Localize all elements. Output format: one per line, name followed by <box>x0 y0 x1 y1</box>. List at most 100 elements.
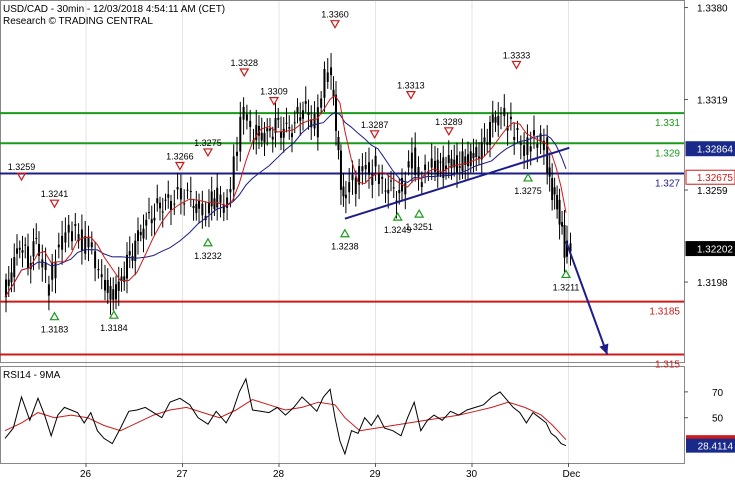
candle-body <box>210 191 213 207</box>
candle-body <box>563 225 566 258</box>
low-label: 1.3184 <box>100 323 128 333</box>
high-label: 1.3333 <box>503 50 531 60</box>
candle-body <box>469 151 472 166</box>
candle-body <box>123 276 126 283</box>
rsi-title: RSI14 - 9MA <box>3 370 61 381</box>
level-label: 1.315 <box>655 359 680 370</box>
low-label: 1.3211 <box>553 282 580 292</box>
candle-body <box>94 251 97 269</box>
candle-body <box>117 281 120 291</box>
candle-body <box>47 284 50 296</box>
candle-body <box>374 155 377 167</box>
candle-body <box>434 160 436 172</box>
candle-body <box>74 224 77 226</box>
candle-body <box>249 120 252 128</box>
candle-body <box>467 154 469 167</box>
candle-body <box>310 119 313 128</box>
candle-body <box>299 117 302 121</box>
candle-body <box>472 153 475 159</box>
candle-body <box>339 150 342 190</box>
candle-body <box>523 145 526 156</box>
level-label: 1.331 <box>655 118 680 129</box>
price-tag-label: 1.32675 <box>697 173 734 184</box>
candle-body <box>179 188 182 200</box>
candle-body <box>24 244 27 246</box>
candle-body <box>198 200 201 209</box>
candle-body <box>109 285 112 300</box>
candle-body <box>21 250 24 253</box>
candle-body <box>97 269 100 271</box>
candle-body <box>307 112 310 115</box>
candle-body <box>64 232 67 243</box>
candle-body <box>195 203 198 214</box>
candle-body <box>361 166 364 172</box>
candle-body <box>57 244 60 248</box>
candle-body <box>16 248 18 254</box>
candle-body <box>159 202 161 209</box>
candle-body <box>106 280 109 293</box>
candle-body <box>282 128 285 138</box>
candle-body <box>461 151 464 171</box>
candle-body <box>536 143 539 148</box>
high-label: 1.3259 <box>8 162 36 172</box>
candle-body <box>561 222 564 227</box>
candle-body <box>430 158 433 168</box>
candle-body <box>153 217 156 221</box>
high-label: 1.3241 <box>41 189 69 199</box>
candle-body <box>71 231 73 242</box>
candle-body <box>189 190 192 193</box>
high-label: 1.3275 <box>194 138 222 148</box>
candle-body <box>232 156 235 190</box>
y-tick-label: 1.3319 <box>697 96 728 107</box>
candle-body <box>516 127 519 131</box>
candle-body <box>167 194 170 198</box>
candle-body <box>183 203 186 205</box>
candle-body <box>556 195 559 210</box>
candle-body <box>529 146 532 152</box>
candle-body <box>558 199 561 225</box>
candle-body <box>439 161 442 163</box>
candle-body <box>229 189 232 193</box>
candle-body <box>84 236 87 254</box>
candle-body <box>54 261 57 279</box>
level-label: 1.3185 <box>649 307 680 318</box>
chart-title: USD/CAD - 30min - 12/03/2018 4:54:11 AM … <box>3 4 225 15</box>
candle-body <box>236 151 238 156</box>
candle-body <box>420 182 423 188</box>
candle-body <box>288 127 291 129</box>
candle-body <box>164 199 167 201</box>
candle-body <box>260 132 263 141</box>
candle-body <box>216 187 219 208</box>
candle-body <box>407 161 410 168</box>
candle-body <box>500 113 502 115</box>
candle-body <box>176 187 179 190</box>
candle-body <box>269 128 271 131</box>
candle-body <box>126 254 128 279</box>
candle-body <box>326 72 329 82</box>
candle-body <box>548 167 551 177</box>
price-tag-label: 1.32864 <box>697 145 734 156</box>
x-tick-label: 28 <box>273 469 285 480</box>
candle-body <box>551 178 554 200</box>
candle-body <box>424 164 427 171</box>
candle-body <box>201 203 204 216</box>
candle-body <box>18 247 21 250</box>
candle-body <box>41 259 44 268</box>
candle-body <box>456 155 458 174</box>
candle-body <box>271 136 274 140</box>
candle-body <box>161 211 164 213</box>
candle-body <box>35 237 38 239</box>
candle-body <box>27 246 29 269</box>
candle-body <box>87 236 90 248</box>
x-tick-label: Dec <box>563 469 581 480</box>
candle-body <box>293 122 296 124</box>
candle-body <box>213 198 216 209</box>
candle-body <box>323 68 326 98</box>
low-label: 1.3183 <box>41 325 69 335</box>
candle-body <box>112 289 115 300</box>
price-tag-label: 1.32202 <box>697 245 734 256</box>
candle-body <box>142 228 145 239</box>
candle-body <box>239 116 242 152</box>
high-label: 1.3313 <box>397 81 425 91</box>
candle-body <box>330 67 333 76</box>
